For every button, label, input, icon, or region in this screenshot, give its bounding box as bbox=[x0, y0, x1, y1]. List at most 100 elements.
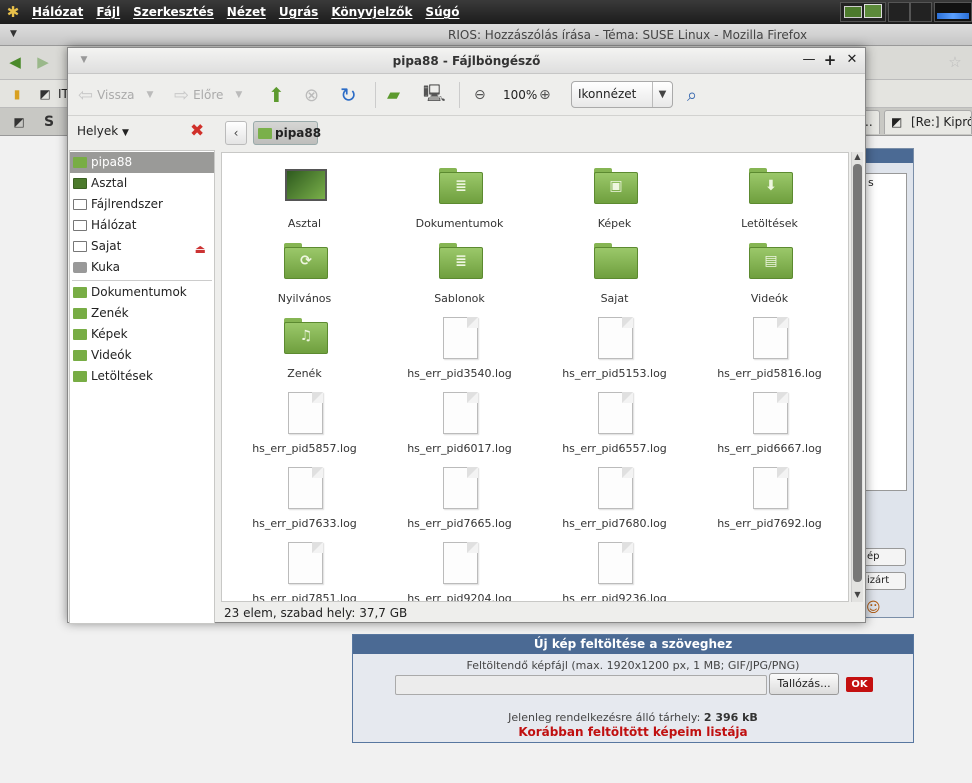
menu-halozat[interactable]: Hálózat bbox=[32, 0, 83, 24]
sidebar-item-dokumentumok[interactable]: Dokumentumok bbox=[70, 282, 214, 303]
sidebar-item-zenek[interactable]: Zenék bbox=[70, 303, 214, 324]
sidebar-item-label: Fájlrendszer bbox=[91, 197, 163, 211]
file-item-label: hs_err_pid7680.log bbox=[562, 517, 667, 530]
home-button[interactable]: ▰ bbox=[387, 82, 400, 108]
zoom-out-button[interactable]: ⊖ bbox=[474, 82, 486, 108]
file-item[interactable]: hs_err_pid6667.log bbox=[692, 384, 847, 459]
menu-konyvjelzok[interactable]: Könyvjelzők bbox=[331, 0, 412, 24]
file-item[interactable]: ♫ Zenék bbox=[227, 309, 382, 384]
sidebar-item-fajlrendszer[interactable]: Fájlrendszer bbox=[70, 194, 214, 215]
file-item[interactable]: ▤ Videók bbox=[692, 234, 847, 309]
up-button[interactable]: ⬆ bbox=[268, 82, 285, 108]
forward-arrow-icon[interactable]: ▶ bbox=[32, 52, 54, 72]
file-path-input[interactable] bbox=[395, 675, 767, 695]
menu-ugras[interactable]: Ugrás bbox=[279, 0, 319, 24]
tab-app-icon[interactable]: ◩ bbox=[8, 112, 30, 132]
storage-quota: Jelenleg rendelkezésre álló tárhely: 2 3… bbox=[353, 711, 913, 724]
bookmark-app-icon[interactable]: ◩ bbox=[34, 84, 56, 104]
stop-icon: ⊗ bbox=[304, 84, 320, 106]
sidebar-item-asztal[interactable]: Asztal bbox=[70, 173, 214, 194]
tab-re-kipro[interactable]: ◩ [Re:] Kipró bbox=[884, 110, 972, 134]
file-item[interactable]: hs_err_pid7851.log bbox=[227, 534, 382, 601]
scrollbar-thumb[interactable] bbox=[853, 164, 862, 582]
upload-hint: Feltöltendő képfájl (max. 1920x1200 px, … bbox=[466, 659, 800, 672]
file-item[interactable]: hs_err_pid7692.log bbox=[692, 459, 847, 534]
distro-logo-icon[interactable]: ✱ bbox=[4, 3, 22, 21]
file-item[interactable]: ⬇ Letöltések bbox=[692, 159, 847, 234]
file-item-label: hs_err_pid5153.log bbox=[562, 367, 667, 380]
file-item[interactable]: Asztal bbox=[227, 159, 382, 234]
close-button[interactable]: izárt bbox=[862, 572, 906, 590]
scroll-up-icon[interactable]: ▲ bbox=[852, 152, 863, 161]
view-mode-select[interactable]: Ikonnézet ▼ bbox=[571, 81, 673, 108]
window-menu-icon[interactable]: ▼ bbox=[10, 29, 17, 39]
fm-titlebar[interactable]: ▼ pipa88 - Fájlböngésző — + ✕ bbox=[68, 48, 865, 74]
file-item[interactable]: hs_err_pid6557.log bbox=[537, 384, 692, 459]
workspace-switcher[interactable] bbox=[840, 2, 886, 22]
file-item[interactable]: hs_err_pid7633.log bbox=[227, 459, 382, 534]
sidebar-item-kuka[interactable]: Kuka bbox=[70, 257, 214, 278]
close-sidebar-icon[interactable]: ✖ bbox=[190, 121, 204, 141]
back-arrow-icon[interactable]: ◀ bbox=[4, 52, 26, 72]
bookmark-icon[interactable]: ▮ bbox=[6, 84, 28, 104]
search-button[interactable]: ⌕ bbox=[687, 82, 697, 108]
file-item[interactable]: Sajat bbox=[537, 234, 692, 309]
preview-image-button[interactable]: ép bbox=[862, 548, 906, 566]
bookmark-star-icon[interactable]: ☆ bbox=[944, 52, 966, 72]
trash-icon bbox=[73, 262, 87, 273]
upload-ok-button[interactable]: OK bbox=[846, 677, 873, 692]
maximize-icon[interactable]: + bbox=[822, 52, 838, 68]
forward-dropdown-icon[interactable]: ▼ bbox=[235, 90, 242, 100]
file-item[interactable]: ⟳ Nyilvános bbox=[227, 234, 382, 309]
sidebar-item-kepek[interactable]: Képek bbox=[70, 324, 214, 345]
file-item[interactable]: ▣ Képek bbox=[537, 159, 692, 234]
menu-szerkesztes[interactable]: Szerkesztés bbox=[133, 0, 214, 24]
sidebar-item-sajat[interactable]: Sajat ⏏ bbox=[70, 236, 214, 257]
browse-button[interactable]: Tallózás... bbox=[769, 673, 839, 695]
workspace-3[interactable] bbox=[910, 2, 932, 22]
drive-icon bbox=[73, 241, 87, 252]
previous-uploads-link[interactable]: Korábban feltöltött képeim listája bbox=[353, 725, 913, 739]
file-item[interactable]: hs_err_pid5857.log bbox=[227, 384, 382, 459]
breadcrumb-label: pipa88 bbox=[275, 126, 322, 140]
places-dropdown[interactable]: Helyek ▼ bbox=[77, 124, 129, 138]
file-item[interactable]: hs_err_pid3540.log bbox=[382, 309, 537, 384]
reload-button[interactable]: ↻ bbox=[340, 82, 357, 108]
menu-nezet[interactable]: Nézet bbox=[227, 0, 266, 24]
desktop-icon bbox=[73, 178, 87, 189]
file-item[interactable]: hs_err_pid7680.log bbox=[537, 459, 692, 534]
sidebar-item-pipa88[interactable]: pipa88 bbox=[70, 152, 214, 173]
file-item[interactable]: hs_err_pid5816.log bbox=[692, 309, 847, 384]
zoom-in-button[interactable]: ⊕ bbox=[539, 82, 551, 108]
sidebar-item-letoltesek[interactable]: Letöltések bbox=[70, 366, 214, 387]
zoom-level: 100% bbox=[503, 88, 538, 102]
back-button[interactable]: ⇦ Vissza ▼ bbox=[78, 82, 153, 108]
vertical-scrollbar[interactable]: ▲ ▼ bbox=[851, 152, 863, 602]
file-item[interactable]: hs_err_pid9236.log bbox=[537, 534, 692, 601]
reload-icon: ↻ bbox=[340, 83, 357, 107]
location-back-button[interactable]: ‹ bbox=[225, 121, 247, 145]
back-dropdown-icon[interactable]: ▼ bbox=[147, 90, 154, 100]
file-item[interactable]: hs_err_pid9204.log bbox=[382, 534, 537, 601]
file-item[interactable]: ≣ Dokumentumok bbox=[382, 159, 537, 234]
file-item[interactable]: hs_err_pid5153.log bbox=[537, 309, 692, 384]
forward-button[interactable]: ⇨ Előre ▼ bbox=[174, 82, 242, 108]
file-item[interactable]: ≣ Sablonok bbox=[382, 234, 537, 309]
file-item[interactable]: hs_err_pid7665.log bbox=[382, 459, 537, 534]
file-item[interactable]: hs_err_pid6017.log bbox=[382, 384, 537, 459]
close-icon[interactable]: ✕ bbox=[844, 52, 860, 68]
menu-sugo[interactable]: Súgó bbox=[425, 0, 459, 24]
menu-fajl[interactable]: Fájl bbox=[96, 0, 120, 24]
sidebar-item-halozat[interactable]: Hálózat bbox=[70, 215, 214, 236]
computer-button[interactable]: 🖳 bbox=[423, 82, 446, 108]
breadcrumb-pipa88[interactable]: pipa88 bbox=[253, 121, 322, 145]
scroll-down-icon[interactable]: ▼ bbox=[852, 590, 863, 599]
emoticon-icon[interactable]: ☺ bbox=[866, 600, 881, 616]
tab-s-icon[interactable]: S bbox=[38, 112, 60, 132]
downloads-folder-icon bbox=[73, 371, 87, 382]
file-icon-view[interactable]: Asztal ≣ Dokumentumok ▣ Képek ⬇ Letöltések ⟳ Nyi… bbox=[221, 152, 849, 602]
sidebar-item-videok[interactable]: Videók bbox=[70, 345, 214, 366]
stop-button[interactable]: ⊗ bbox=[304, 82, 319, 108]
workspace-2[interactable] bbox=[888, 2, 910, 22]
minimize-icon[interactable]: — bbox=[801, 52, 817, 68]
